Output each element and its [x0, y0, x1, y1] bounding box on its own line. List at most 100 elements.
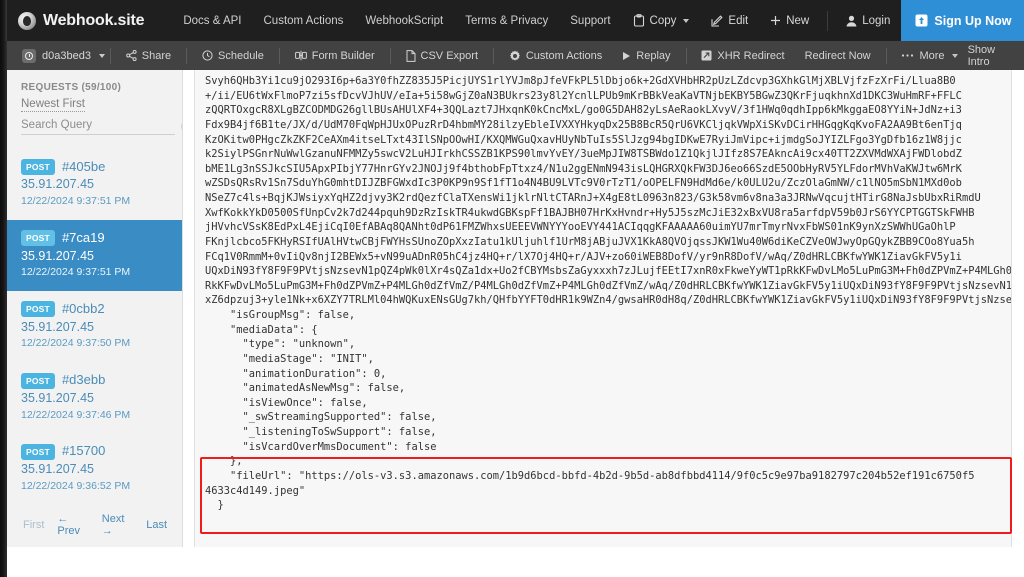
requests-count-header: REQUESTS (59/100): [21, 82, 122, 93]
request-ip: 35.91.207.45: [21, 461, 94, 476]
new-button[interactable]: New: [759, 11, 820, 31]
toolbar-divider: [278, 47, 280, 64]
copy-label: Copy: [649, 14, 677, 27]
request-timestamp: 12/22/2024 9:37:51 PM: [21, 266, 131, 279]
sort-order-label: Newest First: [21, 98, 85, 112]
webhook-logo-icon: [18, 11, 36, 30]
request-body-card: Svyh6QHb3Yi1cu9jO293I6p+6a3Y0fhZZ835J5Pi…: [194, 70, 1012, 577]
file-icon: [406, 49, 416, 62]
toolbar-divider: [109, 47, 111, 64]
token-label: d0a3bed3: [42, 49, 91, 62]
nav-docs-api[interactable]: Docs & API: [172, 11, 252, 31]
gear-icon: [509, 50, 520, 61]
question-mark-icon[interactable]: ?: [181, 119, 182, 133]
request-head: POST #0cbb2: [21, 300, 168, 318]
toolbar-redirect-now[interactable]: Redirect Now: [795, 47, 881, 65]
search-input[interactable]: [21, 117, 175, 135]
pager-first[interactable]: First: [23, 519, 44, 531]
brand-logo-link[interactable]: Webhook.site: [18, 11, 145, 30]
edit-button[interactable]: Edit: [700, 11, 759, 31]
sort-order-selector[interactable]: Newest First: [7, 93, 182, 113]
request-id: #15700: [61, 443, 106, 459]
toolbar-replay[interactable]: Replay: [612, 47, 680, 65]
session-toolbar: d0a3bed3 Share Schedule Form Builder CSV…: [0, 41, 1024, 70]
request-timestamp: 12/22/2024 9:36:52 PM: [21, 479, 131, 492]
signup-label: Sign Up Now: [934, 13, 1012, 28]
request-body-code[interactable]: Svyh6QHb3Yi1cu9jO293I6p+6a3Y0fhZZ835J5Pi…: [195, 70, 1011, 513]
signup-button[interactable]: Sign Up Now: [901, 0, 1024, 41]
toolbar-more-label: More: [919, 49, 945, 62]
list-item[interactable]: POST #15700 35.91.207.45 12/22/2024 9:36…: [7, 433, 182, 504]
toolbar-share[interactable]: Share: [116, 47, 181, 65]
login-label: Login: [862, 14, 891, 27]
toolbar-more[interactable]: More: [891, 47, 967, 65]
request-id: #0cbb2: [61, 301, 105, 317]
edit-label: Edit: [728, 14, 749, 27]
login-button[interactable]: Login: [835, 11, 901, 31]
nav-terms-privacy[interactable]: Terms & Privacy: [454, 11, 559, 31]
top-nav-actions: Copy Edit New Login Sign Up Now: [622, 0, 1024, 41]
clock-badge-icon: [22, 48, 36, 63]
request-head: POST #d3ebb: [21, 371, 168, 389]
xhr-redirect-icon: [701, 50, 712, 61]
pager-next[interactable]: Next →: [102, 513, 133, 537]
pager-prev[interactable]: ← Prev: [57, 513, 88, 537]
request-id: #7ca19: [61, 230, 105, 246]
toolbar-xhr-redirect-label: XHR Redirect: [717, 49, 785, 62]
pager-last[interactable]: Last: [146, 519, 167, 531]
status-badge: POST: [21, 372, 55, 389]
request-ip: 35.91.207.45: [21, 177, 94, 192]
show-intro-button[interactable]: Show Intro: [968, 44, 1018, 68]
new-label: New: [786, 14, 810, 27]
request-ip: 35.91.207.45: [21, 390, 94, 405]
status-badge: POST: [21, 159, 55, 176]
share-icon: [125, 50, 137, 61]
top-navigation-bar: Webhook.site Docs & API Custom Actions W…: [0, 0, 1024, 41]
toolbar-redirect-now-label: Redirect Now: [804, 49, 871, 62]
browser-left-edge: [0, 0, 7, 577]
toolbar-divider: [685, 47, 687, 64]
request-ip: 35.91.207.45: [21, 248, 94, 263]
toolbar-divider: [885, 47, 887, 64]
toolbar-schedule-label: Schedule: [218, 49, 264, 62]
toolbar-form-builder[interactable]: Form Builder: [285, 47, 385, 65]
toolbar-custom-actions[interactable]: Custom Actions: [499, 47, 612, 65]
form-builder-icon: [294, 50, 307, 61]
status-badge: POST: [21, 443, 55, 460]
app-screen: Webhook.site Docs & API Custom Actions W…: [0, 0, 1024, 577]
toolbar-csv-export-label: CSV Export: [420, 49, 478, 62]
nav-webhookscript[interactable]: WebhookScript: [354, 11, 454, 31]
brand-name: Webhook.site: [43, 11, 145, 29]
copy-button[interactable]: Copy: [622, 10, 701, 31]
toolbar-divider: [389, 47, 391, 64]
clock-icon: [202, 50, 213, 61]
list-item[interactable]: POST #0cbb2 35.91.207.45 12/22/2024 9:37…: [7, 291, 182, 362]
request-timestamp: 12/22/2024 9:37:50 PM: [21, 337, 131, 350]
pencil-square-icon: [711, 14, 723, 27]
plus-icon: [771, 16, 781, 25]
request-head: POST #15700: [21, 442, 168, 460]
list-item[interactable]: POST #7ca19 35.91.207.45 12/22/2024 9:37…: [7, 220, 182, 292]
toolbar-replay-label: Replay: [636, 49, 671, 62]
ellipsis-icon: [902, 54, 914, 57]
toolbar-divider: [493, 47, 494, 64]
nav-support[interactable]: Support: [559, 11, 621, 31]
token-dropdown[interactable]: d0a3bed3: [22, 48, 105, 63]
primary-nav: Docs & API Custom Actions WebhookScript …: [172, 11, 621, 31]
chevron-down-icon: [951, 53, 958, 58]
toolbar-divider: [186, 47, 187, 64]
request-id: #d3ebb: [61, 372, 106, 388]
toolbar-xhr-redirect[interactable]: XHR Redirect: [691, 47, 794, 65]
toolbar-schedule[interactable]: Schedule: [192, 47, 274, 65]
request-detail-panel: Svyh6QHb3Yi1cu9jO293I6p+6a3Y0fhZZ835J5Pi…: [184, 70, 1024, 577]
status-badge: POST: [21, 230, 55, 247]
page-bottom-filler: [0, 547, 1024, 577]
list-item[interactable]: POST #d3ebb 35.91.207.45 12/22/2024 9:37…: [7, 362, 182, 433]
request-timestamp: 12/22/2024 9:37:51 PM: [21, 195, 131, 208]
nav-custom-actions[interactable]: Custom Actions: [253, 11, 355, 31]
search-row: ?: [21, 117, 182, 135]
list-item[interactable]: POST #405be 35.91.207.45 12/22/2024 9:37…: [7, 149, 182, 220]
pagination: First ← Prev Next → Last: [7, 513, 182, 537]
requests-list: POST #405be 35.91.207.45 12/22/2024 9:37…: [7, 149, 182, 505]
toolbar-csv-export[interactable]: CSV Export: [396, 47, 488, 65]
